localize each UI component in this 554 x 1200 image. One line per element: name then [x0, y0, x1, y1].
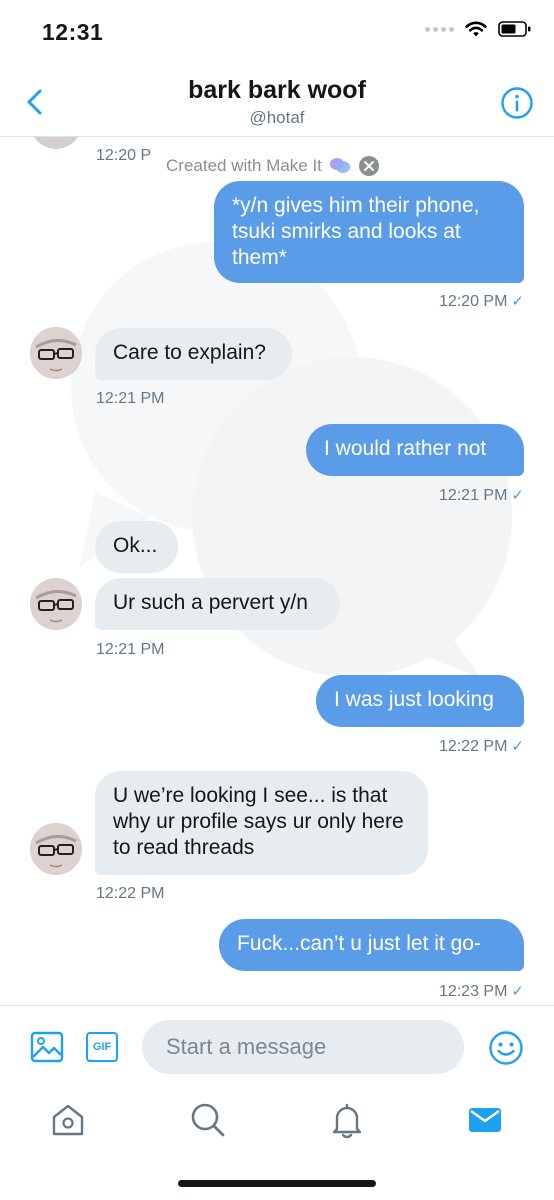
- message-bubble-outgoing: *y/n gives him their phone, tsuki smirks…: [214, 181, 524, 283]
- info-icon[interactable]: [500, 86, 534, 120]
- conversation-header: bark bark woof @hotaf: [0, 64, 554, 137]
- make-it-watermark: Created with Make It: [158, 151, 388, 181]
- avatar: [30, 327, 82, 379]
- message-bubble-outgoing: Fuck...can’t u just let it go-: [219, 919, 524, 971]
- message-timestamp: 12:20 PM ✓: [439, 292, 524, 311]
- image-icon[interactable]: [30, 1030, 64, 1064]
- gif-label: GIF: [92, 1041, 112, 1053]
- message-timestamp: 12:22 PM ✓: [439, 737, 524, 756]
- timestamp-text: 12:20 PM: [438, 293, 508, 310]
- read-check-icon: ✓: [511, 738, 524, 755]
- speech-bubbles-icon: [329, 158, 350, 173]
- avatar-glasses-drawing: [30, 823, 82, 875]
- tab-bar: [0, 1086, 554, 1156]
- conversation-handle: @hotaf: [249, 108, 305, 127]
- wifi-icon: [465, 21, 487, 37]
- message-timestamp: 12:23 PM ✓: [439, 982, 524, 1001]
- conversation-title: bark bark woof: [188, 76, 366, 104]
- message-timestamp: 12:20 P: [96, 147, 152, 164]
- search-icon[interactable]: [188, 1100, 228, 1140]
- avatar-glasses-drawing: [30, 578, 82, 630]
- message-composer: GIF: [0, 1005, 554, 1086]
- battery-icon: [498, 21, 531, 37]
- status-icons: [425, 20, 532, 38]
- message-bubble-outgoing: I was just looking: [316, 675, 524, 727]
- emoji-icon[interactable]: [488, 1030, 524, 1066]
- close-watermark-icon[interactable]: [358, 155, 380, 177]
- message-bubble-incoming: Care to explain?: [95, 328, 292, 380]
- message-list[interactable]: 12:20 P Created with Make It *y/n gives …: [0, 137, 554, 1005]
- signal-icon: [425, 26, 454, 32]
- status-bar: 12:31: [0, 0, 554, 64]
- timestamp-text: 12:21 PM: [438, 487, 508, 504]
- message-timestamp: 12:22 PM: [96, 885, 165, 902]
- avatar-glasses-drawing: [30, 327, 82, 379]
- message-bubble-incoming: U we’re looking I see... is that why ur …: [95, 771, 428, 875]
- message-input[interactable]: [142, 1020, 464, 1074]
- gif-button[interactable]: GIF: [86, 1032, 118, 1062]
- read-check-icon: ✓: [511, 293, 524, 310]
- timestamp-text: 12:22 PM: [438, 738, 508, 755]
- message-timestamp: 12:21 PM: [96, 641, 165, 658]
- notifications-icon[interactable]: [327, 1100, 367, 1140]
- message-timestamp: 12:21 PM: [96, 390, 165, 407]
- home-indicator[interactable]: [178, 1180, 376, 1187]
- message-bubble-incoming: Ur such a pervert y/n: [95, 578, 340, 630]
- read-check-icon: ✓: [511, 487, 524, 504]
- watermark-text: Created with Make It: [166, 156, 322, 175]
- home-icon[interactable]: [48, 1100, 88, 1140]
- timestamp-text: 12:23 PM: [438, 983, 508, 1000]
- avatar: [30, 578, 82, 630]
- messages-icon[interactable]: [465, 1100, 505, 1140]
- status-time: 12:31: [42, 19, 104, 45]
- read-check-icon: ✓: [511, 983, 524, 1000]
- message-timestamp: 12:21 PM ✓: [439, 486, 524, 505]
- message-bubble-outgoing: I would rather not: [306, 424, 524, 476]
- avatar: [30, 823, 82, 875]
- message-bubble-incoming: Ok...: [95, 521, 178, 573]
